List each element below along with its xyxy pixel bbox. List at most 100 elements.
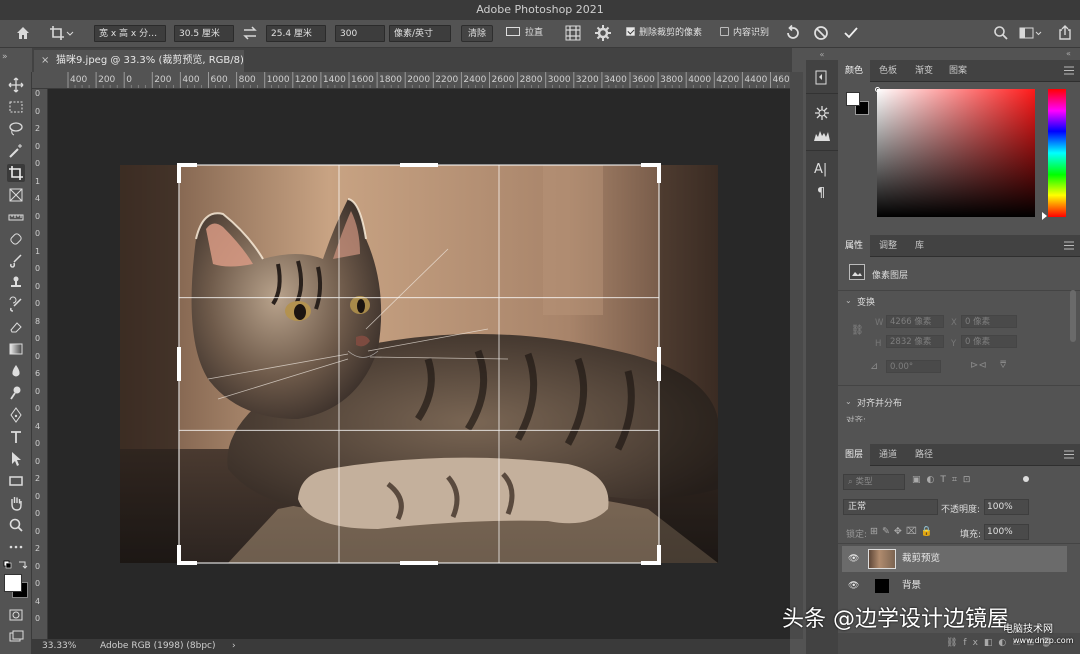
tab-patterns[interactable]: 图案 xyxy=(942,60,974,82)
x-field[interactable]: 0 像素 xyxy=(961,315,1017,328)
layer-filter-icons[interactable]: ▣◐T⌗⊡ xyxy=(912,475,976,485)
layer-row-background[interactable]: 👁 背景 xyxy=(842,573,1067,599)
blend-mode-select[interactable]: 正常 xyxy=(843,499,938,515)
tab-gradients[interactable]: 渐变 xyxy=(908,60,940,82)
document-tab[interactable]: × 猫咪9.jpeg @ 33.3% (裁剪预览, RGB/8) xyxy=(34,50,244,72)
search-icon[interactable] xyxy=(992,24,1010,41)
history-brush-tool-icon[interactable] xyxy=(7,296,25,314)
settings-gear-icon[interactable] xyxy=(594,24,612,41)
width-field[interactable]: 4266 像素 xyxy=(886,315,944,328)
width-input[interactable]: 30.5 厘米 xyxy=(174,25,234,42)
unit-select[interactable]: 像素/英寸 xyxy=(389,25,451,42)
layer-name[interactable]: 背景 xyxy=(902,573,921,599)
align-chevron-icon[interactable]: ⌄ xyxy=(845,397,852,406)
hue-slider[interactable] xyxy=(1048,89,1066,217)
pen-tool-icon[interactable] xyxy=(7,406,25,424)
clear-button[interactable]: 清除 xyxy=(461,25,494,42)
properties-menu-icon[interactable] xyxy=(1064,241,1074,253)
fill-field[interactable]: 100% xyxy=(984,524,1029,540)
tab-adjustments[interactable]: 调整 xyxy=(872,235,904,257)
foreground-color-swatch[interactable] xyxy=(4,574,22,592)
blur-tool-icon[interactable] xyxy=(7,362,25,380)
eraser-tool-icon[interactable] xyxy=(7,318,25,336)
swap-icon[interactable] xyxy=(242,25,258,42)
lasso-tool-icon[interactable] xyxy=(7,120,25,138)
tab-swatches[interactable]: 色板 xyxy=(872,60,904,82)
reset-icon[interactable] xyxy=(784,24,802,41)
rectangle-tool-icon[interactable] xyxy=(7,472,25,490)
hue-slider-handle[interactable] xyxy=(1042,212,1047,220)
straighten-button[interactable]: 拉直 xyxy=(506,25,543,42)
workspace-icon[interactable] xyxy=(1018,24,1042,41)
opacity-field[interactable]: 100% xyxy=(984,499,1029,515)
angle-field[interactable]: 0.00° xyxy=(886,360,941,373)
resolution-input[interactable]: 300 xyxy=(335,25,385,42)
dodge-tool-icon[interactable] xyxy=(7,384,25,402)
y-field[interactable]: 0 像素 xyxy=(961,335,1017,348)
height-input[interactable]: 25.4 厘米 xyxy=(266,25,326,42)
lock-icons[interactable]: ⊞✎✥⌧🔒 xyxy=(870,526,937,537)
tab-properties[interactable]: 属性 xyxy=(838,235,871,257)
ratio-preset-select[interactable]: 宽 x 高 x 分… xyxy=(94,25,166,42)
canvas-area[interactable] xyxy=(48,89,790,639)
cancel-icon[interactable] xyxy=(812,24,830,41)
transform-section-title[interactable]: 变换 xyxy=(857,295,875,308)
ruler-tool-icon[interactable] xyxy=(7,208,25,226)
collapse-toolbar-icon[interactable]: » xyxy=(2,52,8,62)
navigator-panel-icon[interactable] xyxy=(813,104,831,125)
flip-vertical-icon[interactable]: ⩢ xyxy=(1000,360,1006,371)
panel-menu-icon[interactable] xyxy=(1064,66,1074,78)
magic-wand-tool-icon[interactable] xyxy=(7,142,25,160)
overlay-grid-icon[interactable] xyxy=(564,24,582,41)
quick-mask-icon[interactable] xyxy=(7,606,25,624)
character-panel-icon[interactable]: A| xyxy=(814,162,827,177)
home-icon[interactable] xyxy=(14,24,32,41)
type-tool-icon[interactable] xyxy=(7,428,25,446)
tab-channels[interactable]: 通道 xyxy=(872,444,904,466)
stamp-tool-icon[interactable] xyxy=(7,274,25,292)
properties-scrollbar[interactable] xyxy=(1070,290,1076,342)
marquee-tool-icon[interactable] xyxy=(7,98,25,116)
collapse-panels-icon[interactable]: « xyxy=(1066,49,1071,58)
flip-horizontal-icon[interactable]: ⊳⊲ xyxy=(970,360,987,371)
healing-brush-tool-icon[interactable] xyxy=(7,230,25,248)
color-picker-cursor[interactable] xyxy=(875,87,880,92)
align-section-title[interactable]: 对齐并分布 xyxy=(857,396,902,409)
crop-tool-icon[interactable] xyxy=(7,164,25,182)
history-panel-icon[interactable] xyxy=(813,69,831,90)
histogram-panel-icon[interactable] xyxy=(813,128,831,145)
content-aware-checkbox[interactable]: 内容识别 xyxy=(720,25,769,42)
paragraph-panel-icon[interactable]: ¶ xyxy=(817,186,825,201)
height-field[interactable]: 2832 像素 xyxy=(886,335,944,348)
zoom-tool-icon[interactable] xyxy=(7,516,25,534)
zoom-level[interactable]: 33.33% xyxy=(42,639,76,654)
more-tools-icon[interactable] xyxy=(7,538,25,556)
vertical-scrollbar[interactable] xyxy=(790,72,803,639)
collapse-icons-icon[interactable]: « xyxy=(806,50,838,59)
layer-name[interactable]: 裁剪预览 xyxy=(902,546,940,572)
gradient-tool-icon[interactable] xyxy=(7,340,25,358)
layer-visibility-eye-icon[interactable]: 👁 xyxy=(848,573,859,599)
layer-visibility-eye-icon[interactable]: 👁 xyxy=(848,546,859,572)
hand-tool-icon[interactable] xyxy=(7,494,25,512)
document-canvas[interactable] xyxy=(48,89,790,639)
path-selection-tool-icon[interactable] xyxy=(7,450,25,468)
transform-chevron-icon[interactable]: ⌄ xyxy=(845,296,852,305)
frame-tool-icon[interactable] xyxy=(7,186,25,204)
commit-check-icon[interactable] xyxy=(842,24,860,41)
status-menu-chevron-icon[interactable]: › xyxy=(232,639,236,654)
tab-color[interactable]: 颜色 xyxy=(838,60,871,82)
tab-layers[interactable]: 图层 xyxy=(838,444,871,466)
delete-cropped-checkbox[interactable]: 删除裁剪的像素 xyxy=(626,25,702,42)
filter-toggle-icon[interactable] xyxy=(1023,476,1029,482)
screen-mode-icon[interactable] xyxy=(7,628,25,646)
close-tab-icon[interactable]: × xyxy=(41,50,49,72)
move-tool-icon[interactable] xyxy=(7,76,25,94)
share-icon[interactable] xyxy=(1056,24,1074,41)
layer-filter-select[interactable]: ⌕ 类型 xyxy=(843,474,905,490)
tab-paths[interactable]: 路径 xyxy=(908,444,940,466)
crop-tool-preset-icon[interactable] xyxy=(48,24,74,41)
panel-foreground-swatch[interactable] xyxy=(846,92,860,106)
default-colors-icon[interactable] xyxy=(3,560,29,570)
layers-menu-icon[interactable] xyxy=(1064,450,1074,462)
